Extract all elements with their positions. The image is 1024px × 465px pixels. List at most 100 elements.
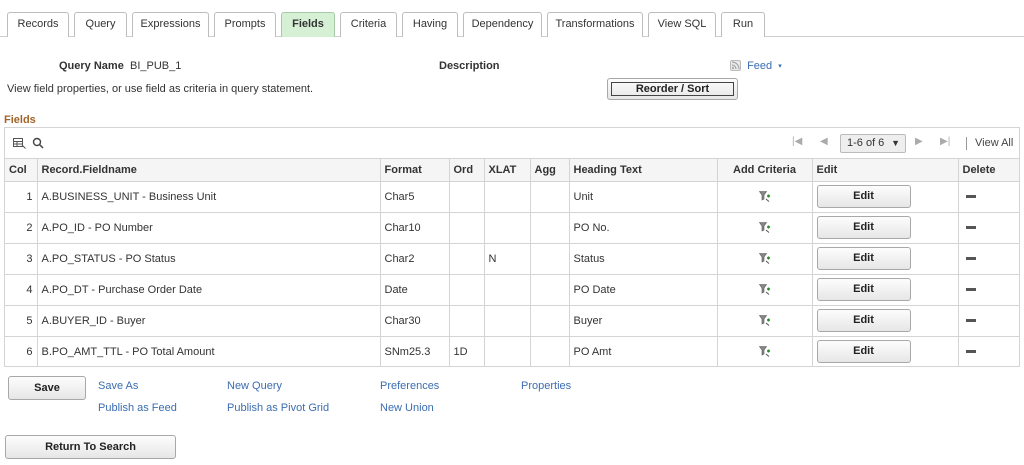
row-agg <box>530 305 570 337</box>
col-header-xlat[interactable]: XLAT <box>484 159 531 182</box>
row-heading-text: Buyer <box>569 305 718 337</box>
save-as-link[interactable]: Save As <box>98 380 138 392</box>
col-header-format[interactable]: Format <box>380 159 450 182</box>
row-delete-cell <box>958 181 1019 213</box>
col-header-add-criteria: Add Criteria <box>717 159 813 182</box>
row-agg <box>530 274 570 306</box>
first-page-icon[interactable]: |◀ <box>792 136 802 147</box>
grid-toolbar: |◀ ◀ 1-6 of 6 ▼ ▶ ▶| View All <box>5 128 1019 159</box>
row-agg <box>530 181 570 213</box>
view-all-link[interactable]: View All <box>975 137 1013 149</box>
new-union-link[interactable]: New Union <box>380 402 434 414</box>
tab-view-sql[interactable]: View SQL <box>648 12 716 37</box>
new-query-link[interactable]: New Query <box>227 380 282 392</box>
tab-transformations[interactable]: Transformations <box>547 12 643 37</box>
tab-having[interactable]: Having <box>402 12 458 37</box>
reorder-sort-button[interactable]: Reorder / Sort <box>607 78 738 100</box>
col-header-heading-text[interactable]: Heading Text <box>569 159 718 182</box>
row-xlat <box>484 274 531 306</box>
delete-row-icon[interactable] <box>965 195 976 199</box>
publish-as-pivot-grid-link[interactable]: Publish as Pivot Grid <box>227 402 329 414</box>
edit-button[interactable]: Edit <box>816 340 911 364</box>
row-heading-text: PO Amt <box>569 336 718 367</box>
criteria-filter-icon[interactable] <box>758 284 771 295</box>
delete-row-icon[interactable] <box>965 257 976 261</box>
grid-personalize-icon[interactable] <box>13 138 26 149</box>
row-delete-cell <box>958 212 1019 244</box>
row-xlat <box>484 305 531 337</box>
delete-row-icon[interactable] <box>965 226 976 230</box>
tab-criteria[interactable]: Criteria <box>340 12 397 37</box>
edit-button[interactable]: Edit <box>816 309 911 332</box>
delete-row-icon[interactable] <box>965 319 976 323</box>
tab-query[interactable]: Query <box>74 12 127 37</box>
properties-link[interactable]: Properties <box>521 380 571 392</box>
row-format: Char10 <box>380 212 450 244</box>
row-col-number: 5 <box>5 305 38 337</box>
table-row: 1 A.BUSINESS_UNIT - Business Unit Char5 Uni… <box>5 181 1019 213</box>
tab-prompts[interactable]: Prompts <box>214 12 276 37</box>
reorder-sort-label: Reorder / Sort <box>611 82 734 96</box>
toolbar-divider <box>966 137 967 150</box>
delete-row-icon[interactable] <box>965 350 976 354</box>
tab-bar: Records Query Expressions Prompts Fields… <box>0 0 1024 37</box>
edit-button[interactable]: Edit <box>816 216 911 239</box>
row-col-number: 6 <box>5 336 38 367</box>
row-add-criteria-cell <box>717 243 813 275</box>
feed-icon <box>730 59 741 71</box>
row-ord <box>449 243 485 275</box>
col-header-agg[interactable]: Agg <box>530 159 570 182</box>
tab-records[interactable]: Records <box>7 12 69 37</box>
row-edit-cell: Edit <box>812 305 959 337</box>
edit-button[interactable]: Edit <box>816 278 911 301</box>
table-row: 3 A.PO_STATUS - PO Status Char2 N Status Edit <box>5 243 1019 275</box>
preferences-link[interactable]: Preferences <box>380 380 439 392</box>
tab-fields[interactable]: Fields <box>281 12 335 37</box>
tab-expressions[interactable]: Expressions <box>132 12 209 37</box>
criteria-filter-icon[interactable] <box>758 253 771 264</box>
criteria-filter-icon[interactable] <box>758 222 771 233</box>
return-to-search-button[interactable]: Return To Search <box>5 435 176 459</box>
edit-button[interactable]: Edit <box>816 247 911 270</box>
edit-button[interactable]: Edit <box>816 185 911 208</box>
feed-menu[interactable]: Feed ▾ <box>730 59 782 73</box>
row-xlat <box>484 212 531 244</box>
row-format: Date <box>380 274 450 306</box>
criteria-filter-icon[interactable] <box>758 191 771 202</box>
col-header-fieldname[interactable]: Record.Fieldname <box>37 159 381 182</box>
last-page-icon[interactable]: ▶| <box>940 136 950 147</box>
row-edit-cell: Edit <box>812 336 959 367</box>
tab-dependency[interactable]: Dependency <box>463 12 542 37</box>
row-add-criteria-cell <box>717 274 813 306</box>
row-delete-cell <box>958 274 1019 306</box>
row-format: Char30 <box>380 305 450 337</box>
col-header-ord[interactable]: Ord <box>449 159 485 182</box>
save-button[interactable]: Save <box>8 376 86 400</box>
row-fieldname: A.BUYER_ID - Buyer <box>37 305 381 337</box>
description-label: Description <box>439 60 500 72</box>
query-name-label: Query Name <box>59 60 124 72</box>
criteria-filter-icon[interactable] <box>758 346 771 358</box>
previous-page-icon[interactable]: ◀ <box>820 136 828 147</box>
row-fieldname: B.PO_AMT_TTL - PO Total Amount <box>37 336 381 367</box>
tab-run[interactable]: Run <box>721 12 765 37</box>
publish-as-feed-link[interactable]: Publish as Feed <box>98 402 177 414</box>
row-col-number: 3 <box>5 243 38 275</box>
row-format: Char2 <box>380 243 450 275</box>
row-edit-cell: Edit <box>812 212 959 244</box>
next-page-icon[interactable]: ▶ <box>915 136 923 147</box>
feed-link[interactable]: Feed <box>747 60 772 72</box>
row-heading-text: PO Date <box>569 274 718 306</box>
criteria-filter-icon[interactable] <box>758 315 771 326</box>
row-add-criteria-cell <box>717 181 813 213</box>
col-header-col[interactable]: Col <box>5 159 38 182</box>
pagination-select[interactable]: 1-6 of 6 ▼ <box>840 134 906 153</box>
chevron-down-icon: ▾ <box>778 63 782 70</box>
row-format: Char5 <box>380 181 450 213</box>
delete-row-icon[interactable] <box>965 288 976 292</box>
table-row: 5 A.BUYER_ID - Buyer Char30 Buyer Edit <box>5 305 1019 337</box>
row-agg <box>530 212 570 244</box>
row-agg <box>530 336 570 367</box>
row-format: SNm25.3 <box>380 336 450 367</box>
search-icon[interactable] <box>32 137 44 149</box>
